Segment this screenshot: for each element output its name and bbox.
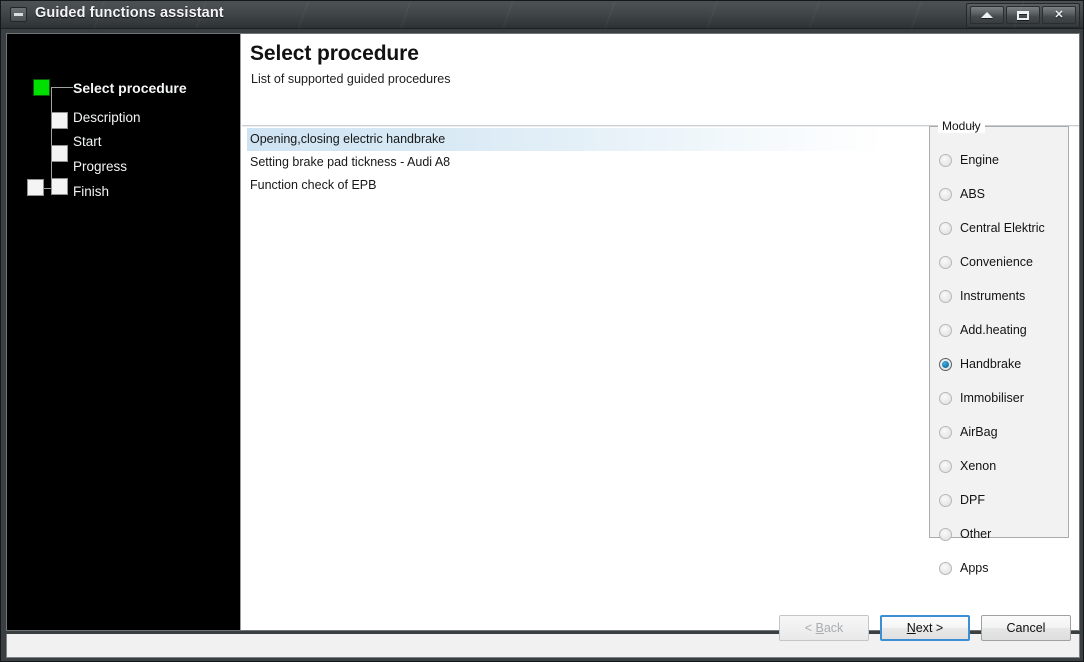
page-subtitle: List of supported guided procedures [251, 72, 451, 86]
radio-icon[interactable] [939, 493, 952, 507]
radio-label: Central Elektric [960, 221, 1045, 235]
step-label-finish[interactable]: Finish [73, 184, 109, 199]
step-label-description[interactable]: Description [73, 110, 141, 125]
radio-icon[interactable] [939, 561, 952, 575]
restore-button[interactable] [1006, 6, 1040, 24]
radio-label: ABS [960, 187, 986, 201]
back-button-rest: ack [823, 621, 844, 635]
radio-label: Apps [960, 561, 989, 575]
radio-handbrake[interactable]: Handbrake [939, 353, 1021, 375]
minimize-button[interactable] [970, 6, 1004, 24]
radio-engine[interactable]: Engine [939, 149, 999, 171]
radio-label: Add.heating [960, 323, 1027, 337]
step-label-start[interactable]: Start [73, 134, 102, 149]
back-button-prefix: < [804, 621, 816, 635]
radio-icon[interactable] [939, 221, 952, 235]
wizard-button-bar: < Back Next > Cancel [779, 615, 1071, 641]
radio-icon[interactable] [939, 255, 952, 269]
step-marker-start[interactable] [51, 145, 68, 162]
back-button-accel: B [815, 621, 824, 635]
step-marker-finish[interactable] [27, 179, 44, 196]
title-bar[interactable]: Guided functions assistant ✕ [1, 1, 1083, 29]
page-title: Select procedure [250, 42, 419, 65]
window-title: Guided functions assistant [35, 5, 224, 21]
radio-icon[interactable] [939, 425, 952, 439]
radio-label: Engine [960, 153, 999, 167]
step-label-select-procedure[interactable]: Select procedure [73, 80, 187, 96]
radio-central-elektric[interactable]: Central Elektric [939, 217, 1045, 239]
step-marker-select-procedure[interactable] [33, 79, 50, 96]
list-item[interactable]: Function check of EPB [247, 174, 927, 197]
radio-icon[interactable] [939, 391, 952, 405]
radio-icon[interactable] [939, 153, 952, 167]
window-menu-icon[interactable] [10, 7, 27, 22]
radio-icon[interactable] [939, 459, 952, 473]
modules-group: Moduły Engine ABS Central Elektric Conve… [929, 119, 1069, 575]
radio-icon[interactable] [939, 527, 952, 541]
tree-connector [51, 87, 52, 189]
radio-apps[interactable]: Apps [939, 557, 989, 579]
list-item[interactable]: Setting brake pad tickness - Audi A8 [247, 151, 927, 174]
list-item[interactable]: Opening,closing electric handbrake [247, 128, 927, 151]
step-label-progress[interactable]: Progress [73, 159, 127, 174]
radio-other[interactable]: Other [939, 523, 991, 545]
radio-label: Handbrake [960, 357, 1022, 371]
radio-icon[interactable] [939, 289, 952, 303]
application-window: Guided functions assistant ✕ Select proc… [0, 0, 1084, 662]
tree-connector [51, 87, 73, 88]
radio-convenience[interactable]: Convenience [939, 251, 1033, 273]
radio-immobiliser[interactable]: Immobiliser [939, 387, 1024, 409]
radio-instruments[interactable]: Instruments [939, 285, 1025, 307]
window-controls: ✕ [966, 3, 1080, 28]
next-button-accel: N [906, 621, 916, 635]
radio-abs[interactable]: ABS [939, 183, 985, 205]
modules-group-label: Moduły [938, 119, 985, 133]
radio-icon-selected[interactable] [939, 357, 952, 371]
step-marker-progress[interactable] [51, 178, 68, 195]
restore-icon [1017, 10, 1029, 20]
radio-add-heating[interactable]: Add.heating [939, 319, 1027, 341]
procedure-list[interactable]: Opening,closing electric handbrake Setti… [247, 128, 927, 626]
radio-label: Instruments [960, 289, 1026, 303]
close-icon: ✕ [1054, 8, 1064, 21]
back-button[interactable]: < Back [779, 615, 869, 641]
step-navigation: Select procedure Description Start Progr… [7, 34, 241, 630]
main-content: Select procedure List of supported guide… [242, 34, 1079, 630]
client-area: Select procedure Description Start Progr… [6, 33, 1080, 631]
close-button[interactable]: ✕ [1042, 6, 1076, 24]
radio-label: DPF [960, 493, 985, 507]
radio-dpf[interactable]: DPF [939, 489, 985, 511]
radio-label: Immobiliser [960, 391, 1024, 405]
radio-icon[interactable] [939, 323, 952, 337]
next-button-rest: ext > [915, 621, 944, 635]
next-button[interactable]: Next > [880, 615, 970, 641]
radio-label: Convenience [960, 255, 1033, 269]
radio-label: Other [960, 527, 992, 541]
cancel-button[interactable]: Cancel [981, 615, 1071, 641]
step-marker-description[interactable] [51, 112, 68, 129]
radio-xenon[interactable]: Xenon [939, 455, 996, 477]
radio-icon[interactable] [939, 187, 952, 201]
minimize-icon [981, 12, 993, 18]
radio-label: AirBag [960, 425, 998, 439]
radio-airbag[interactable]: AirBag [939, 421, 998, 443]
radio-label: Xenon [960, 459, 997, 473]
